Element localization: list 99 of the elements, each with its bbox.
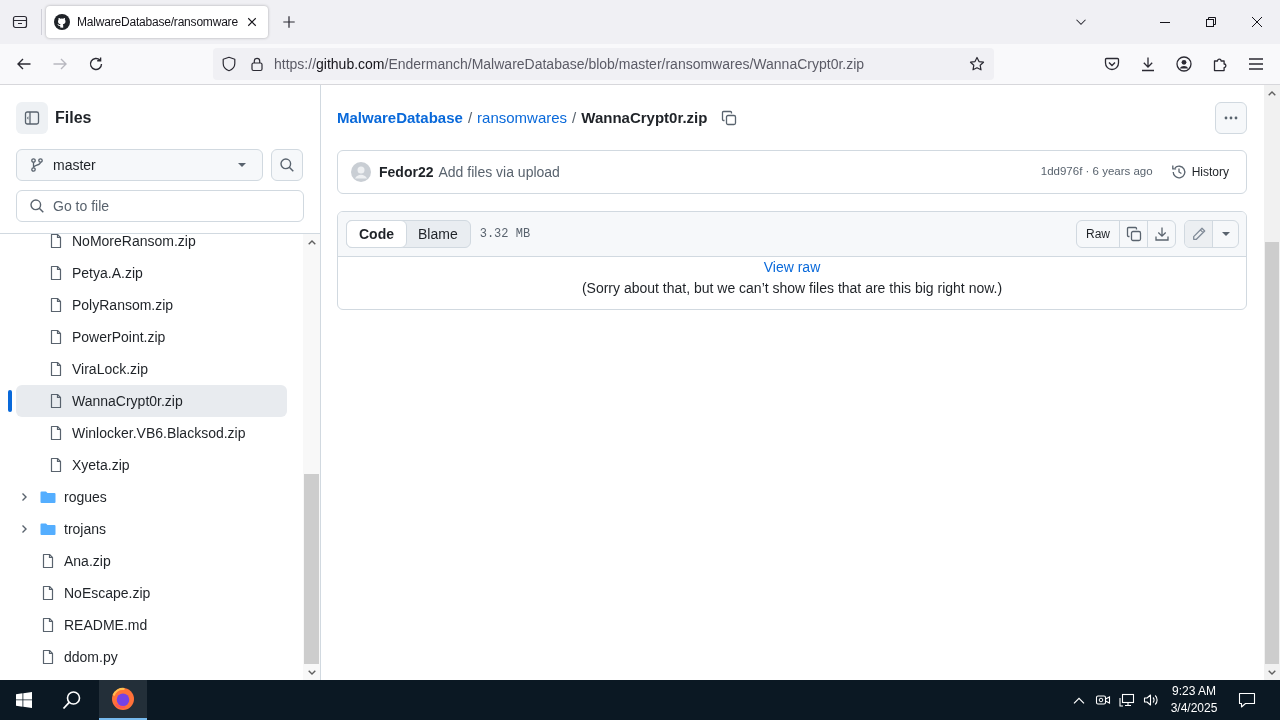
pencil-icon	[1190, 226, 1207, 242]
file-size: 3.32 MB	[479, 226, 531, 243]
close-icon	[247, 17, 257, 27]
plus-icon	[282, 15, 296, 29]
url-text: https://github.com/Endermanch/MalwareDatabase/blob/master/ransomwares/WannaCrypt0r.zip	[274, 54, 865, 74]
view-tab[interactable]: Blame	[406, 221, 470, 247]
file-item[interactable]: ddom.py	[16, 641, 287, 673]
branch-selector[interactable]: master	[16, 149, 263, 181]
download-icon	[1153, 226, 1170, 242]
search-icon	[29, 198, 45, 214]
browser-tab[interactable]: MalwareDatabase/ransomware	[46, 6, 268, 38]
sidebar-title: Files	[55, 108, 92, 128]
folder-link[interactable]: ransomwares	[477, 106, 568, 130]
star-icon	[969, 56, 985, 72]
caret-up-icon	[1268, 90, 1276, 96]
file-icon	[48, 329, 64, 345]
puzzle-icon	[1212, 56, 1228, 72]
file-item[interactable]: README.md	[16, 609, 287, 641]
selection-indicator	[8, 390, 12, 412]
caret-down-icon	[1221, 232, 1230, 236]
back-arrow-icon	[16, 56, 32, 72]
file-name: WannaCrypt0r.zip	[581, 107, 708, 128]
branch-icon	[29, 157, 45, 173]
file-search-field[interactable]: Go to file	[16, 190, 304, 222]
forward-arrow-icon	[52, 56, 68, 72]
windows-logo-icon	[16, 692, 32, 708]
cat-logo-icon	[54, 14, 70, 30]
file-icon	[48, 297, 64, 313]
file-icon	[48, 361, 64, 377]
address-bar[interactable]: https://github.com/Endermanch/MalwareDatabase/blob/master/ransomwares/WannaCrypt0r.zip	[213, 48, 994, 80]
file-item[interactable]: NoEscape.zip	[16, 577, 287, 609]
video-camera-icon	[1095, 692, 1111, 708]
search-icon	[62, 690, 82, 710]
app-logo-icon	[111, 687, 135, 711]
account-icon	[1176, 56, 1192, 72]
commit-meta: 1dd976f · 6 years ago	[1040, 164, 1153, 180]
view-tab[interactable]: Code	[346, 220, 407, 248]
file-icon	[40, 585, 56, 601]
file-item[interactable]: ViraLock.zip	[16, 353, 287, 385]
scrollbar-thumb[interactable]	[1265, 242, 1279, 664]
sidebar-panel-icon	[24, 110, 40, 126]
search-icon	[279, 157, 295, 173]
file-icon	[48, 425, 64, 441]
file-icon	[40, 617, 56, 633]
monitor-icon	[1119, 692, 1135, 708]
caret-down-icon	[238, 163, 246, 167]
file-item[interactable]: Xyeta.zip	[16, 449, 287, 481]
file-item[interactable]: Ana.zip	[16, 545, 287, 577]
taskbar-app-button[interactable]	[99, 680, 147, 720]
pocket-icon	[1104, 56, 1120, 72]
clock[interactable]: 9:23 AM 3/4/2025	[1163, 680, 1225, 720]
edit-button[interactable]	[1185, 221, 1212, 247]
chevron-up-icon	[1073, 696, 1085, 704]
lock-icon	[249, 56, 265, 72]
file-item[interactable]: Winlocker.VB6.Blacksod.zip	[16, 417, 287, 449]
history-icon	[1170, 164, 1187, 180]
copy-icon	[721, 110, 738, 126]
ellipsis-icon	[1224, 116, 1238, 120]
file-item[interactable]: NoMoreRansom.zip	[16, 234, 287, 257]
file-icon	[48, 457, 64, 473]
download-icon	[1140, 56, 1156, 72]
search-button[interactable]	[271, 149, 303, 181]
scrollbar-thumb[interactable]	[304, 474, 319, 664]
path-separator: /	[467, 107, 473, 128]
file-item[interactable]: PowerPoint.zip	[16, 321, 287, 353]
view-raw-link[interactable]: View raw	[763, 257, 821, 278]
path-separator: /	[572, 107, 577, 128]
sidebar-toggle-button[interactable]	[16, 102, 48, 134]
file-item[interactable]: WannaCrypt0r.zip	[16, 385, 287, 417]
folder-icon	[40, 521, 56, 537]
folder-icon	[40, 489, 56, 505]
caret-up-icon	[307, 239, 316, 245]
file-icon	[40, 553, 56, 569]
caret-down-icon	[307, 669, 316, 675]
avatar-icon	[351, 162, 371, 182]
shield-icon	[221, 56, 237, 72]
reload-icon	[88, 56, 104, 72]
commit-message-link[interactable]: Add files via upload	[438, 161, 560, 183]
copy-icon	[1125, 226, 1142, 242]
history-button[interactable]: History	[1164, 158, 1235, 186]
author-link[interactable]: Fedor22	[379, 161, 434, 183]
restore-icon	[1206, 17, 1216, 27]
speaker-icon	[1143, 692, 1159, 708]
file-icon	[48, 393, 64, 409]
folder-item[interactable]: trojans	[16, 513, 287, 545]
file-icon	[48, 234, 64, 249]
caret-down-icon	[1268, 669, 1276, 675]
file-icon	[48, 265, 64, 281]
menu-icon	[1248, 57, 1264, 71]
file-too-large-message: (Sorry about that, but we can’t show files that are this big right now.)	[581, 279, 1003, 298]
file-item[interactable]: Petya.A.zip	[16, 257, 287, 289]
tray-icon	[12, 14, 28, 30]
repo-link[interactable]: MalwareDatabase	[337, 106, 463, 130]
minimize-icon	[1160, 21, 1170, 23]
file-icon	[40, 649, 56, 665]
file-item[interactable]: PolyRansom.zip	[16, 289, 287, 321]
close-icon	[1252, 17, 1262, 27]
speech-bubble-icon	[1238, 692, 1256, 708]
folder-item[interactable]: rogues	[16, 481, 287, 513]
